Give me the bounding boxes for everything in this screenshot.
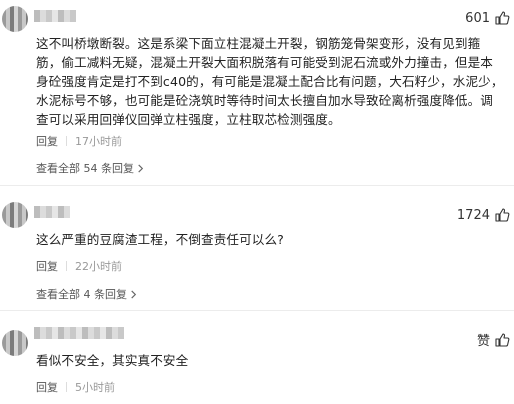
- view-all-replies[interactable]: 查看全部 54 条回复: [36, 160, 145, 176]
- username-blurred[interactable]: [34, 327, 124, 339]
- like-label: 赞: [476, 334, 490, 349]
- comment-text: 看似不安全，其实真不安全: [36, 353, 189, 368]
- like-button[interactable]: 1724: [457, 207, 510, 223]
- avatar[interactable]: [2, 330, 28, 356]
- thumb-up-icon: [495, 208, 510, 222]
- username-blurred[interactable]: [34, 206, 70, 218]
- reply-button[interactable]: 回复: [36, 133, 58, 149]
- reply-button[interactable]: 回复: [36, 379, 58, 395]
- view-all-label: 查看全部 54 条回复: [36, 162, 134, 175]
- meta-separator: [66, 261, 67, 271]
- like-button[interactable]: 赞: [477, 330, 510, 349]
- comment-meta: 回复 22小时前: [36, 258, 122, 274]
- comment-meta: 回复 17小时前: [36, 133, 122, 149]
- thumb-up-icon: [495, 332, 510, 347]
- like-count: 601: [465, 10, 490, 26]
- like-count: 1724: [456, 207, 490, 223]
- reply-button[interactable]: 回复: [36, 258, 58, 274]
- comment-text: 这不叫桥墩断裂。这是系梁下面立柱混凝土开裂，钢筋笼骨架变形，没有见到箍筋，偷工减…: [36, 36, 504, 127]
- meta-separator: [66, 382, 67, 392]
- chevron-right-icon: [138, 163, 144, 173]
- view-all-replies[interactable]: 查看全部 4 条回复: [36, 286, 138, 302]
- timestamp: 22小时前: [75, 260, 122, 273]
- comment-meta: 回复 5小时前: [36, 379, 115, 395]
- username-blurred[interactable]: [34, 10, 76, 22]
- comment-text: 这么严重的豆腐渣工程，不倒查责任可以么?: [36, 232, 284, 247]
- view-all-label: 查看全部 4 条回复: [36, 288, 127, 301]
- chevron-right-icon: [131, 289, 137, 299]
- divider: [0, 310, 514, 311]
- divider: [0, 185, 514, 186]
- avatar[interactable]: [2, 202, 28, 228]
- avatar[interactable]: [2, 6, 28, 32]
- meta-separator: [66, 136, 67, 146]
- timestamp: 17小时前: [75, 135, 122, 148]
- like-button[interactable]: 601: [465, 10, 510, 26]
- timestamp: 5小时前: [75, 381, 115, 394]
- thumb-up-icon: [495, 11, 510, 25]
